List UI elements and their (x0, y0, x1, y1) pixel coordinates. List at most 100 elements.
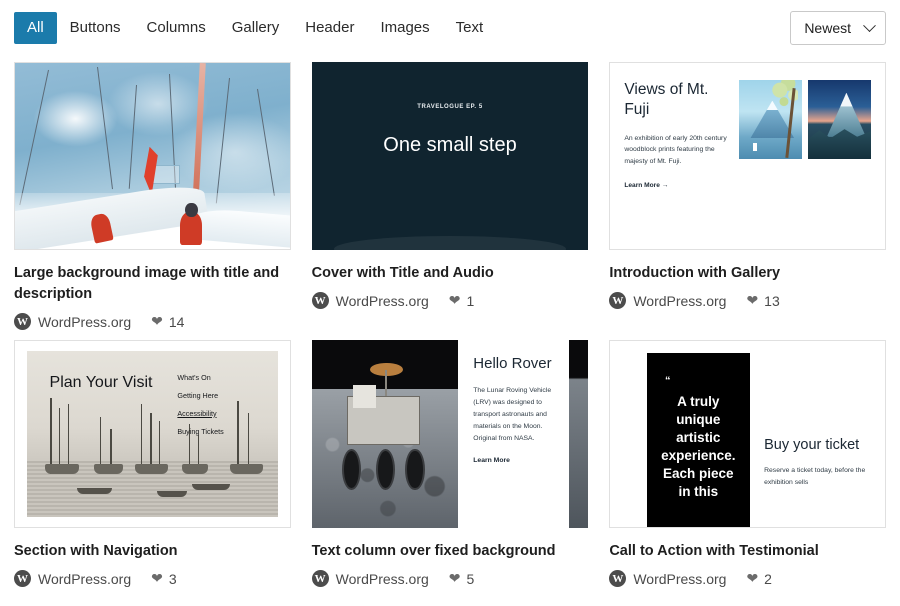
chevron-down-icon (863, 18, 876, 32)
fuji-gallery-top-row (738, 80, 871, 160)
pattern-title[interactable]: Cover with Title and Audio (312, 263, 589, 284)
pattern-like-count: 3 (168, 570, 177, 587)
pattern-title[interactable]: Text column over fixed background (312, 541, 589, 562)
rover-learn-more-link: Learn More (473, 457, 510, 464)
pattern-like-count: 1 (466, 292, 475, 309)
fuji-image-dusk (807, 80, 871, 160)
section-nav: What's On Getting Here Accessibility Buy… (177, 373, 223, 436)
pattern-title[interactable]: Introduction with Gallery (609, 263, 886, 284)
pattern-preview-watercolor-sailboats[interactable] (14, 62, 291, 250)
engraving-image: Plan Your Visit What's On Getting Here A… (27, 351, 278, 518)
pattern-author: WordPress.org (335, 292, 429, 309)
pattern-card: TRAVELOGUE EP. 5 One small step Cover wi… (311, 62, 589, 340)
cover-background: TRAVELOGUE EP. 5 One small step (311, 62, 589, 250)
pattern-like-count: 2 (764, 570, 772, 587)
heart-icon: ❤ (151, 570, 163, 587)
fuji-gallery-bottom-row (739, 165, 871, 232)
quote-mark-icon: “ (665, 375, 671, 388)
category-tabs: All Buttons Columns Gallery Header Image… (14, 12, 496, 44)
rover-wheel (405, 449, 425, 491)
pattern-meta: W WordPress.org ❤ 2 (609, 570, 886, 588)
wordpress-logo-icon: W (14, 570, 31, 588)
fuji-text-column: Views of Mt. Fuji An exhibition of early… (624, 80, 728, 232)
filter-toolbar: All Buttons Columns Gallery Header Image… (0, 0, 900, 56)
pattern-preview-fuji-gallery[interactable]: Views of Mt. Fuji An exhibition of early… (609, 62, 886, 250)
heart-icon: ❤ (151, 313, 163, 330)
pattern-meta: W WordPress.org ❤ 13 (609, 292, 886, 310)
wordpress-logo-icon: W (609, 570, 627, 588)
rover-heading: Hello Rover (473, 355, 552, 373)
pattern-like-count: 14 (168, 313, 185, 330)
pattern-author: WordPress.org (633, 570, 727, 587)
rowboat (77, 487, 113, 494)
cta-body: Reserve a ticket today, before the exhib… (764, 466, 866, 487)
pattern-author: WordPress.org (38, 313, 132, 330)
rover-body-text: The Lunar Roving Vehicle (LRV) was desig… (473, 386, 552, 442)
fuji-gallery-column (738, 80, 871, 232)
tab-buttons[interactable]: Buttons (57, 12, 134, 44)
wordpress-logo-icon: W (14, 313, 31, 331)
pattern-title[interactable]: Large background image with title and de… (14, 263, 291, 305)
pattern-author: WordPress.org (633, 292, 727, 309)
lunar-rover-photo (311, 340, 459, 529)
cover-eyebrow: TRAVELOGUE EP. 5 (417, 104, 483, 110)
sailboat-dot (752, 143, 757, 152)
pattern-author: WordPress.org (335, 570, 429, 587)
fuji-image-spring (738, 80, 802, 160)
pattern-meta: W WordPress.org ❤ 5 (311, 570, 589, 588)
audio-block (333, 236, 567, 250)
nav-item-buying-tickets[interactable]: Buying Tickets (177, 427, 223, 436)
pattern-card: Large background image with title and de… (14, 62, 291, 340)
pattern-preview-section-navigation[interactable]: Plan Your Visit What's On Getting Here A… (14, 340, 291, 529)
pattern-preview-cta-testimonial[interactable]: “ A truly unique artistic experience. Ea… (609, 340, 886, 529)
rowboat (192, 484, 231, 491)
deck-frame (152, 165, 180, 184)
pattern-preview-cover-dark[interactable]: TRAVELOGUE EP. 5 One small step (311, 62, 589, 250)
nav-item-getting-here[interactable]: Getting Here (177, 391, 223, 400)
engraving-heading: Plan Your Visit (49, 374, 153, 392)
tab-all[interactable]: All (14, 12, 57, 44)
cta-layout: “ A truly unique artistic experience. Ea… (610, 341, 885, 528)
pattern-grid: Large background image with title and de… (0, 56, 900, 597)
fuji-learn-more-link: Learn More → (624, 181, 669, 189)
tab-header[interactable]: Header (292, 12, 367, 44)
tab-images[interactable]: Images (367, 12, 442, 44)
wordpress-logo-icon: W (311, 292, 329, 310)
tab-gallery[interactable]: Gallery (219, 12, 293, 44)
wordpress-logo-icon: W (311, 570, 329, 588)
rowboat (157, 491, 188, 498)
fuji-body: An exhibition of early 20th century wood… (624, 134, 727, 166)
engraving-frame: Plan Your Visit What's On Getting Here A… (15, 341, 290, 528)
background-sliver (568, 340, 589, 529)
pattern-title[interactable]: Call to Action with Testimonial (609, 541, 886, 562)
pattern-meta: W WordPress.org ❤ 3 (14, 570, 291, 588)
tab-text[interactable]: Text (443, 12, 497, 44)
heart-icon: ❤ (448, 292, 461, 309)
pattern-title[interactable]: Section with Navigation (14, 541, 291, 562)
pattern-preview-text-over-background[interactable]: Hello Rover The Lunar Roving Vehicle (LR… (311, 340, 589, 529)
nav-item-whats-on[interactable]: What's On (177, 373, 223, 382)
pattern-card: Plan Your Visit What's On Getting Here A… (14, 340, 291, 597)
rover-text-column: Hello Rover The Lunar Roving Vehicle (LR… (458, 340, 569, 529)
ship (42, 397, 82, 474)
wordpress-logo-icon: W (609, 292, 627, 310)
pattern-author: WordPress.org (38, 570, 132, 587)
rover-seat (352, 385, 377, 408)
cover-heading: One small step (383, 134, 517, 156)
pattern-like-count: 13 (764, 292, 780, 309)
ship (228, 400, 266, 474)
nav-item-accessibility[interactable]: Accessibility (177, 409, 223, 418)
sort-select[interactable]: Newest (790, 11, 886, 45)
heart-icon: ❤ (746, 570, 759, 587)
ship (132, 404, 170, 474)
fuji-layout: Views of Mt. Fuji An exhibition of early… (610, 63, 885, 249)
heart-icon: ❤ (448, 570, 461, 587)
pattern-card: Views of Mt. Fuji An exhibition of early… (609, 62, 886, 340)
pattern-like-count: 5 (466, 570, 475, 587)
pattern-card: Hello Rover The Lunar Roving Vehicle (LR… (311, 340, 589, 597)
cta-text-column: Buy your ticket Reserve a ticket today, … (764, 390, 871, 490)
testimonial-block: “ A truly unique artistic experience. Ea… (646, 353, 751, 528)
tab-columns[interactable]: Columns (134, 12, 219, 44)
crew-head (185, 202, 198, 218)
sort-select-value: Newest (804, 20, 851, 36)
